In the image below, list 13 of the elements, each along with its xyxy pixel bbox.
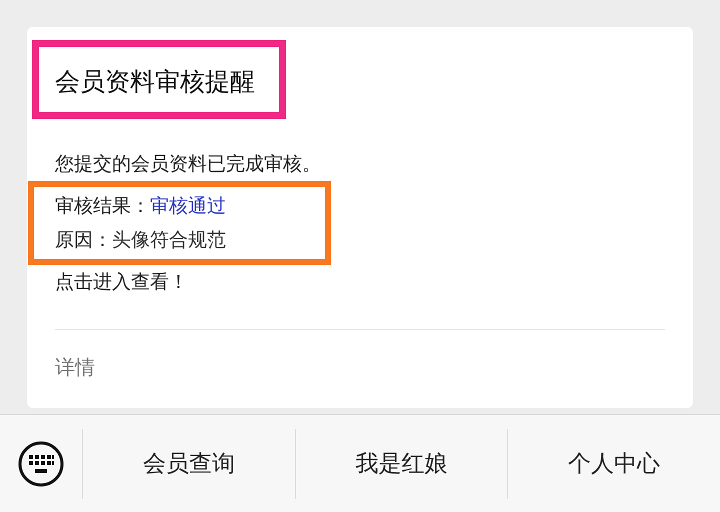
keyboard-icon[interactable] bbox=[17, 440, 65, 488]
message-card[interactable]: 会员资料审核提醒 您提交的会员资料已完成审核。 审核结果：审核通过 原因：头像符合规范 点击进入查看！ 详情 bbox=[27, 27, 693, 408]
field-label: 审核结果： bbox=[55, 194, 150, 219]
menu-button[interactable]: 会员查询 bbox=[82, 428, 295, 498]
menu-button[interactable]: 个人中心 bbox=[507, 428, 720, 498]
message-text: 点击进入查看！ bbox=[55, 270, 189, 295]
card-title: 会员资料审核提醒 bbox=[55, 67, 255, 96]
field-label: 原因： bbox=[55, 228, 112, 253]
field-value: 审核通过 bbox=[150, 194, 226, 219]
message-text: 您提交的会员资料已完成审核。 bbox=[55, 152, 322, 177]
details-link[interactable]: 详情 bbox=[55, 354, 95, 381]
menu-button[interactable]: 我是红娘 bbox=[294, 428, 508, 498]
field-value: 头像符合规范 bbox=[112, 228, 226, 253]
